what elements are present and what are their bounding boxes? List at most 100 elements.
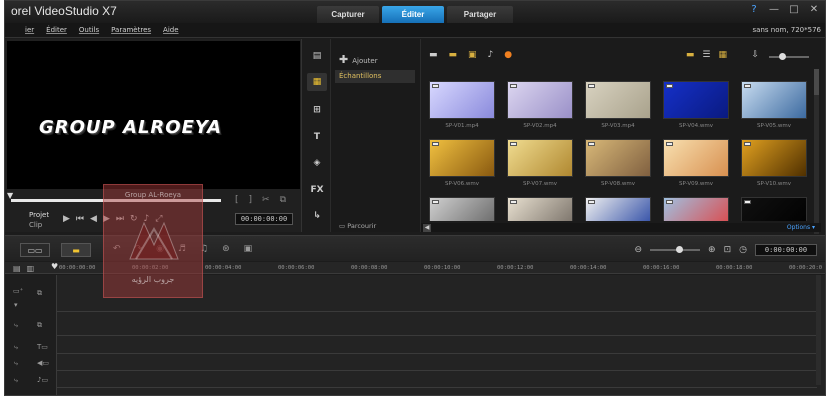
menu-file[interactable]: ier (25, 26, 34, 34)
scrub-handle-icon[interactable]: ▼ (7, 191, 14, 200)
folder-samples[interactable]: Échantillons (335, 70, 415, 83)
thumbnail-view-icon[interactable]: ▬ (686, 50, 695, 60)
grid-view-icon[interactable]: ▦ (718, 50, 727, 60)
show-flash-icon[interactable]: ● (504, 50, 512, 60)
import-icon[interactable]: ⇩ (751, 50, 759, 60)
library-thumbnail[interactable]: SP-V03.mp4 (585, 81, 651, 129)
thumbnail-image (507, 139, 573, 177)
path-icon[interactable]: ↳ (307, 207, 327, 225)
mode-clip[interactable]: Clip (29, 221, 42, 229)
mark-out-icon[interactable]: ] (249, 195, 253, 205)
thumbnail-image (585, 197, 651, 221)
menu-help[interactable]: Aide (163, 26, 178, 34)
media-icon[interactable]: ▤ (307, 47, 327, 65)
library-thumbnail[interactable] (741, 197, 807, 221)
thumbnail-image (741, 197, 807, 221)
show-photo-icon[interactable]: ▣ (468, 50, 477, 60)
subtitle-editor-icon[interactable]: ▣ (244, 244, 253, 254)
library-thumbnail[interactable]: SP-V10.wmv (741, 139, 807, 187)
menu-settings[interactable]: Paramètres (111, 26, 151, 34)
voice-track-toggle-icon[interactable]: ◀▭ (37, 359, 49, 367)
menu-tools[interactable]: Outils (79, 26, 99, 34)
ruler-tick-label: 00:00:00:00 (59, 265, 96, 271)
thumbnail-image (741, 81, 807, 119)
library-scrollbar[interactable] (814, 69, 819, 234)
expand-track-icon[interactable]: ▾ (14, 301, 18, 309)
music-track-toggle-icon[interactable]: ♪▭ (37, 376, 48, 384)
split-icon[interactable]: ✂ (262, 195, 270, 205)
folder-icon[interactable]: ▬ (429, 50, 438, 60)
close-icon[interactable]: ✕ (807, 3, 821, 17)
trim-controls: [ ] ✂ ⧉ (235, 195, 286, 205)
show-audio-icon[interactable]: ♪ (488, 50, 494, 60)
title-track-toggle-icon[interactable]: T▭ (37, 343, 48, 351)
preview-timecode[interactable]: 00:00:00:00 (235, 213, 293, 225)
music-track-icon[interactable]: ⤷ (14, 376, 18, 385)
options-button[interactable]: Options ▾ (787, 224, 815, 231)
track-divider (57, 335, 817, 336)
library-thumbnail[interactable] (663, 197, 729, 221)
storyboard-view-icon[interactable]: ▭▭ (20, 243, 50, 257)
tab-share[interactable]: Partager (447, 6, 513, 23)
fit-project-icon[interactable]: ⊡ (724, 245, 732, 255)
instant-project-icon[interactable]: ▦ (307, 73, 327, 91)
library-thumbnail[interactable]: SP-V07.wmv (507, 139, 573, 187)
library-thumbnail[interactable]: SP-V09.wmv (663, 139, 729, 187)
library-thumbnail[interactable]: SP-V05.wmv (741, 81, 807, 129)
title-track-icon[interactable]: ⤷ (14, 343, 18, 352)
ruler-tick-label: 00:00:10:00 (424, 265, 461, 271)
menu-edit[interactable]: Éditer (46, 26, 67, 34)
list-view-icon[interactable]: ☰ (702, 50, 710, 60)
library-thumbnail[interactable] (585, 197, 651, 221)
browse-button[interactable]: ▭ Parcourir (339, 222, 376, 230)
timeline-zoom-slider[interactable] (650, 246, 701, 253)
video-track-icon[interactable]: ▭⁺ (13, 287, 23, 295)
thumbnail-caption: SP-V08.wmv (601, 181, 635, 187)
video-track-toggle-icon[interactable]: ⧉ (37, 289, 42, 298)
library-thumbnail[interactable]: SP-V08.wmv (585, 139, 651, 187)
show-video-icon[interactable]: ▬ (449, 50, 458, 60)
mode-project[interactable]: Projet (29, 211, 49, 219)
add-folder-button[interactable]: ✚ Ajouter (339, 53, 378, 66)
minimize-icon[interactable]: — (767, 3, 781, 17)
graphics-icon[interactable]: ◈ (307, 154, 327, 172)
video-badge-icon (666, 200, 673, 204)
go-start-icon[interactable]: ⏮ (76, 214, 84, 224)
project-duration[interactable]: 0:00:00:00 (755, 244, 817, 256)
thumbnail-caption: SP-V10.wmv (757, 181, 791, 187)
library-thumbnail[interactable]: SP-V02.mp4 (507, 81, 573, 129)
library-thumbnail[interactable]: SP-V04.wmv (663, 81, 729, 129)
enlarge-icon[interactable]: ⧉ (280, 195, 286, 205)
help-icon[interactable]: ? (747, 3, 761, 17)
timeline-view-icon[interactable]: ▬ (61, 243, 91, 257)
mark-in-icon[interactable]: [ (235, 195, 239, 205)
chapter-point-icon[interactable]: ▥ (27, 264, 35, 273)
playhead-icon[interactable]: ♥ (51, 262, 59, 271)
timeline-scrollbar[interactable] (816, 275, 821, 385)
library-thumbnail[interactable] (429, 197, 495, 221)
motion-tracking-icon[interactable]: ⊛ (222, 244, 230, 254)
library-thumbnail[interactable]: SP-V06.wmv (429, 139, 495, 187)
overlay-track-toggle-icon[interactable]: ⧉ (37, 321, 42, 330)
transition-icon[interactable]: ⊞ (307, 101, 327, 119)
maximize-icon[interactable]: □ (787, 3, 801, 17)
play-icon[interactable]: ▶ (63, 214, 70, 224)
library-thumbnail[interactable]: SP-V01.mp4 (429, 81, 495, 129)
title-icon[interactable]: T (307, 128, 327, 146)
zoom-out-icon[interactable]: ⊖ (635, 245, 643, 255)
library-thumbnail[interactable] (507, 197, 573, 221)
track-divider (57, 311, 817, 312)
video-badge-icon (666, 142, 673, 146)
prev-frame-icon[interactable]: ◀ (90, 214, 97, 224)
voice-track-icon[interactable]: ⤷ (14, 359, 18, 368)
track-manager-icon[interactable]: ▤ (13, 264, 21, 273)
overlay-track-icon[interactable]: ⤷ (14, 321, 18, 330)
tab-edit[interactable]: Éditer (382, 6, 444, 23)
tab-capture[interactable]: Capturer (317, 6, 379, 23)
watermark-arabic-text: جروب الرؤيه (131, 275, 175, 284)
zoom-in-icon[interactable]: ⊕ (708, 245, 716, 255)
collapse-library-icon[interactable]: ◀ (423, 224, 431, 232)
fx-icon[interactable]: FX (307, 181, 327, 199)
thumbnail-size-slider[interactable] (769, 53, 809, 60)
ruler-tick-label: 00:00:14:00 (570, 265, 607, 271)
